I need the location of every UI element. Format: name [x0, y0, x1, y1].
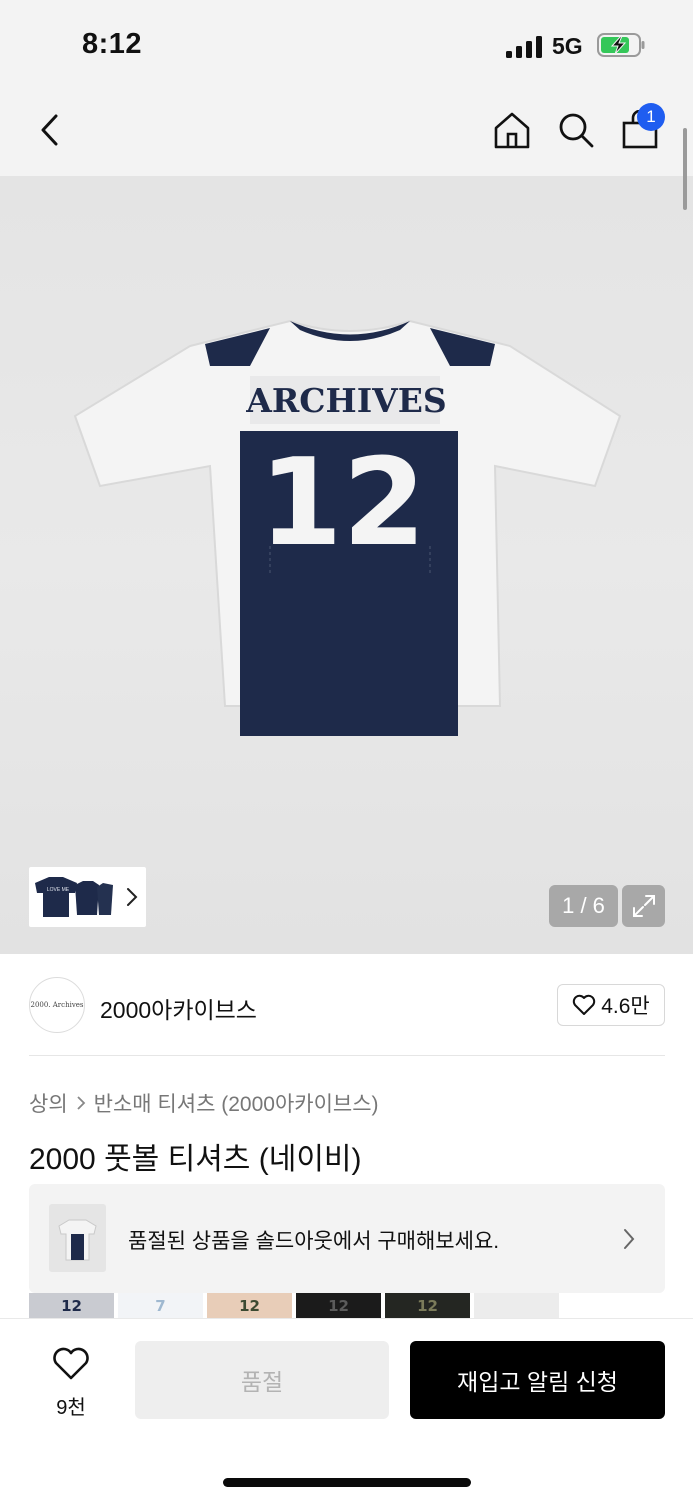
- status-bar: 8:12 5G: [0, 0, 693, 90]
- breadcrumb: 상의 반소매 티셔츠 (2000아카이브스): [29, 1088, 379, 1118]
- wishlist-button[interactable]: 9천: [40, 1341, 102, 1419]
- home-icon: [494, 112, 530, 149]
- thumbnail-strip[interactable]: LOVE ME: [29, 867, 146, 927]
- variant-number: 12: [328, 1297, 349, 1315]
- breadcrumb-item[interactable]: 반소매 티셔츠 (2000아카이브스): [94, 1088, 379, 1118]
- variant-number: 12: [61, 1297, 82, 1315]
- thumbnail-label: LOVE ME: [46, 887, 70, 893]
- image-page-counter: 1 / 6: [549, 885, 618, 927]
- product-image-gallery[interactable]: ARCHIVES 12 LOVE ME 1 / 6: [0, 176, 693, 954]
- status-time: 8:12: [82, 28, 143, 60]
- variant-thumbnail[interactable]: 12: [207, 1293, 292, 1319]
- brand-logo[interactable]: 2000. Archives: [29, 977, 85, 1033]
- variant-number: 7: [155, 1297, 166, 1315]
- top-navigation: [0, 90, 693, 176]
- related-variants-row: 12 7 12 12 12: [29, 1293, 669, 1319]
- search-icon: [559, 113, 594, 148]
- breadcrumb-chevron-icon: [77, 1096, 85, 1110]
- network-label: 5G: [552, 33, 583, 59]
- bottom-action-bar: 9천 품절 재입고 알림 신청: [0, 1318, 693, 1500]
- soldout-promo-banner[interactable]: 품절된 상품을 솔드아웃에서 구매해보세요.: [29, 1184, 665, 1293]
- expand-icon: [632, 895, 655, 917]
- signal-icon: [506, 36, 542, 58]
- brand-logo-text: 2000. Archives: [30, 1001, 84, 1009]
- variant-thumbnail[interactable]: 12: [385, 1293, 470, 1319]
- jersey-thumbnail-image: [58, 1219, 97, 1261]
- variant-thumbnail[interactable]: 12: [29, 1293, 114, 1319]
- restock-alert-button[interactable]: 재입고 알림 신청: [410, 1341, 665, 1419]
- variant-number: 12: [417, 1297, 438, 1315]
- divider: [29, 1055, 665, 1056]
- home-button[interactable]: [488, 106, 536, 154]
- breadcrumb-item[interactable]: 상의: [29, 1088, 68, 1118]
- jersey-wordmark: ARCHIVES: [246, 381, 447, 420]
- chevron-right-icon: [127, 888, 138, 906]
- jersey-number: 12: [259, 434, 426, 573]
- back-button[interactable]: [26, 106, 74, 154]
- wishlist-count: 9천: [56, 1397, 86, 1419]
- brand-like-button[interactable]: 4.6만: [557, 984, 665, 1026]
- brand-like-count: 4.6만: [601, 995, 650, 1018]
- heart-icon: [573, 994, 596, 1015]
- scroll-indicator: [683, 128, 687, 210]
- soldout-button: 품절: [135, 1341, 389, 1419]
- battery-charging-icon: [597, 33, 645, 57]
- back-chevron-icon: [41, 114, 58, 146]
- expand-image-button[interactable]: [622, 885, 665, 927]
- chevron-right-icon: [624, 1229, 635, 1249]
- variant-thumbnail[interactable]: 12: [296, 1293, 381, 1319]
- search-button[interactable]: [552, 106, 600, 154]
- home-indicator[interactable]: [223, 1478, 471, 1487]
- soldout-promo-text: 품절된 상품을 솔드아웃에서 구매해보세요.: [128, 1230, 500, 1253]
- variant-thumbnail[interactable]: 7: [118, 1293, 203, 1319]
- product-title: 2000 풋볼 티셔츠 (네이비): [29, 1143, 362, 1176]
- soldout-thumbnail: [49, 1204, 106, 1272]
- variant-number: 12: [239, 1297, 260, 1315]
- heart-icon: [53, 1347, 89, 1380]
- cart-count-badge: 1: [637, 103, 665, 131]
- thumbnail-image: [35, 877, 113, 917]
- brand-name[interactable]: 2000아카이브스: [100, 991, 257, 1025]
- variant-thumbnail[interactable]: [474, 1293, 559, 1319]
